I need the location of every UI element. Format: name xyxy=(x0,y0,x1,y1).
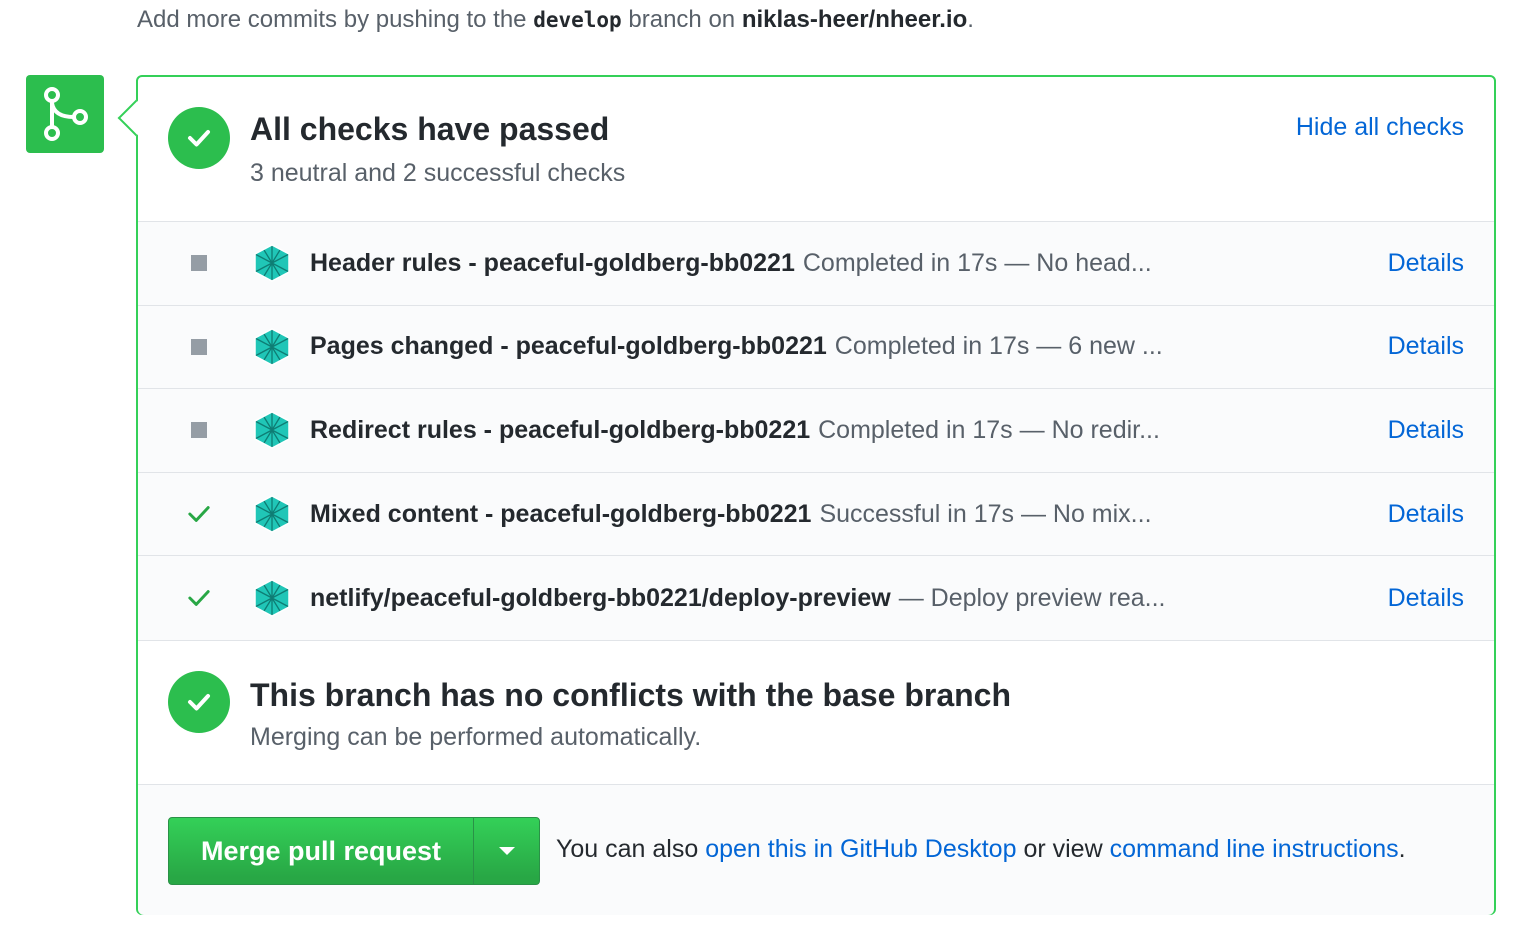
push-hint-prefix: Add more commits by pushing to the xyxy=(137,6,527,33)
netlify-logo-icon xyxy=(252,410,292,450)
check-description: Completed in 17s — No redir... xyxy=(818,415,1160,444)
check-name: Header rules - peaceful-goldberg-bb0221 xyxy=(310,248,795,277)
merge-button-group: Merge pull request xyxy=(168,817,540,885)
push-hint: Add more commits by pushing to the devel… xyxy=(137,6,974,34)
push-hint-suffix: . xyxy=(967,6,974,33)
netlify-logo-icon xyxy=(252,243,292,283)
hide-all-checks-link[interactable]: Hide all checks xyxy=(1296,113,1464,142)
check-text: Pages changed - peaceful-goldberg-bb0221… xyxy=(310,332,1163,361)
merge-status-subtitle: Merging can be performed automatically. xyxy=(250,723,702,751)
checks-summary-title: All checks have passed xyxy=(250,111,610,147)
check-description: Completed in 17s — 6 new ... xyxy=(834,332,1163,361)
check-details-link[interactable]: Details xyxy=(1388,500,1464,529)
neutral-square-icon xyxy=(191,422,207,439)
check-text: Redirect rules - peaceful-goldberg-bb022… xyxy=(310,416,1160,445)
check-row: Redirect rules - peaceful-goldberg-bb022… xyxy=(138,389,1494,473)
check-status xyxy=(188,336,210,358)
checks-list: Header rules - peaceful-goldberg-bb0221 C… xyxy=(138,221,1494,641)
merge-status-title: This branch has no conflicts with the ba… xyxy=(250,677,1012,713)
check-description: — Deploy preview rea... xyxy=(898,583,1166,612)
check-status xyxy=(188,503,210,525)
footer-prefix: You can also xyxy=(556,835,699,863)
netlify-logo-icon xyxy=(252,494,292,534)
check-status xyxy=(188,587,210,609)
check-row: Header rules - peaceful-goldberg-bb0221 C… xyxy=(138,222,1494,306)
merge-pull-request-button[interactable]: Merge pull request xyxy=(169,818,473,884)
check-name: Redirect rules - peaceful-goldberg-bb022… xyxy=(310,415,811,444)
check-icon xyxy=(188,506,210,522)
checks-passed-icon xyxy=(168,107,230,169)
checks-summary-subtitle: 3 neutral and 2 successful checks xyxy=(250,159,626,187)
check-text: Mixed content - peaceful-goldberg-bb0221… xyxy=(310,500,1152,529)
check-status xyxy=(188,419,210,441)
git-merge-icon xyxy=(26,75,104,153)
merge-options-dropdown[interactable] xyxy=(473,818,539,884)
footer-suffix: . xyxy=(1398,835,1406,863)
merge-status: This branch has no conflicts with the ba… xyxy=(138,641,1494,785)
netlify-logo-icon xyxy=(252,578,292,618)
check-details-link[interactable]: Details xyxy=(1388,249,1464,278)
check-icon xyxy=(188,590,210,607)
push-hint-middle: branch on xyxy=(628,6,736,33)
check-description: Completed in 17s — No head... xyxy=(802,248,1152,277)
check-row: netlify/peaceful-goldberg-bb0221/deploy-… xyxy=(138,556,1494,640)
neutral-square-icon xyxy=(191,338,207,355)
check-name: netlify/peaceful-goldberg-bb0221/deploy-… xyxy=(310,583,891,612)
check-text: Header rules - peaceful-goldberg-bb0221 C… xyxy=(310,249,1152,278)
check-name: Mixed content - peaceful-goldberg-bb0221 xyxy=(310,499,812,528)
check-description: Successful in 17s — No mix... xyxy=(819,499,1152,528)
repo-name: niklas-heer/nheer.io xyxy=(741,6,968,33)
check-row: Pages changed - peaceful-goldberg-bb0221… xyxy=(138,306,1494,390)
footer-middle: or view xyxy=(1023,835,1103,863)
no-conflicts-icon xyxy=(168,671,230,733)
neutral-square-icon xyxy=(191,255,207,272)
checks-summary: All checks have passed 3 neutral and 2 s… xyxy=(138,77,1494,221)
caret-down-icon xyxy=(498,847,515,855)
check-details-link[interactable]: Details xyxy=(1388,332,1464,361)
check-details-link[interactable]: Details xyxy=(1388,416,1464,445)
netlify-logo-icon xyxy=(252,327,292,367)
check-row: Mixed content - peaceful-goldberg-bb0221… xyxy=(138,473,1494,557)
check-details-link[interactable]: Details xyxy=(1388,584,1464,613)
branch-name: develop xyxy=(533,8,622,32)
merge-footer: Merge pull request You can also open thi… xyxy=(138,785,1494,915)
merge-panel: All checks have passed 3 neutral and 2 s… xyxy=(117,75,1496,915)
check-status xyxy=(188,252,210,274)
command-line-instructions-link[interactable]: command line instructions xyxy=(1110,835,1399,863)
check-name: Pages changed - peaceful-goldberg-bb0221 xyxy=(310,332,827,361)
check-text: netlify/peaceful-goldberg-bb0221/deploy-… xyxy=(310,584,1165,613)
merge-alternatives: You can also open this in GitHub Desktop… xyxy=(556,835,1406,864)
open-in-desktop-link[interactable]: open this in GitHub Desktop xyxy=(705,835,1016,863)
